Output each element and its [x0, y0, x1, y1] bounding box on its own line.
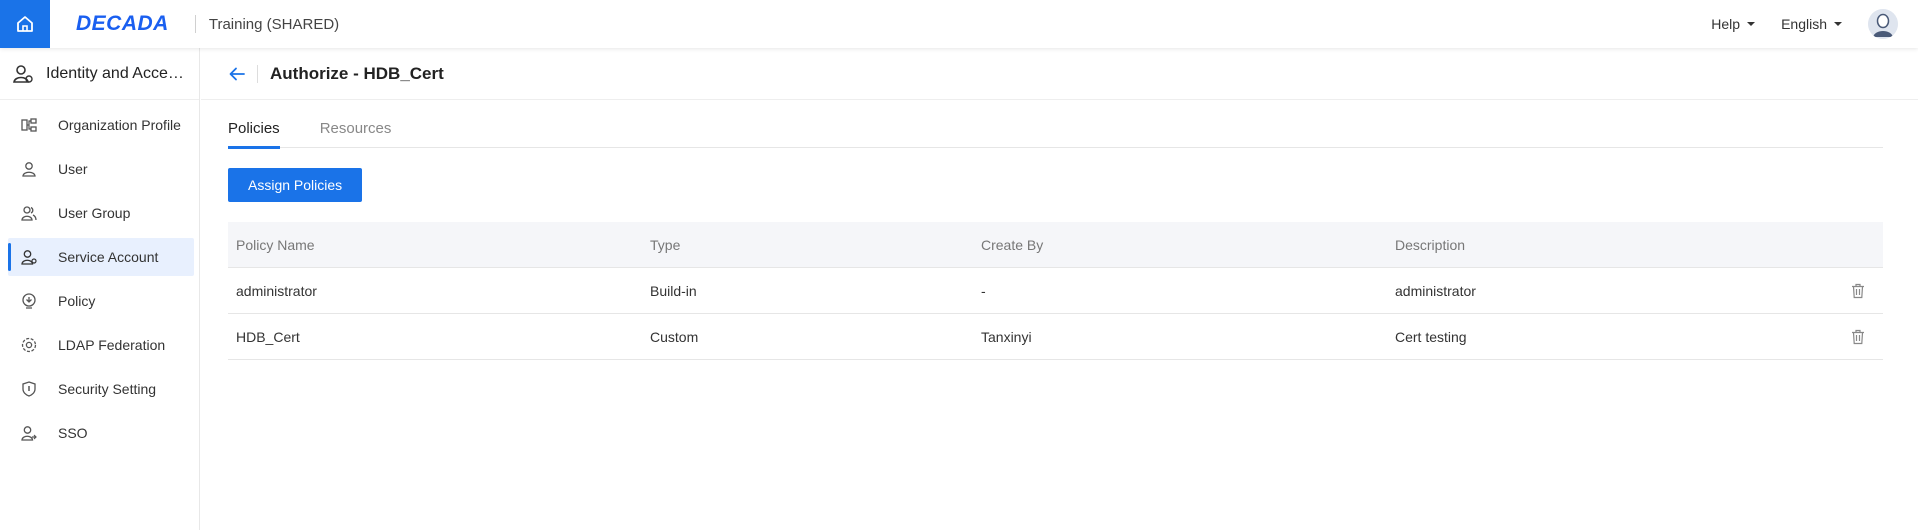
table-row: HDB_Cert Custom Tanxinyi Cert testing	[228, 314, 1883, 360]
table-header: Policy Name Type Create By Description	[228, 222, 1883, 268]
sidebar-item-security-setting[interactable]: Security Setting	[8, 370, 194, 408]
trash-icon	[1852, 283, 1864, 298]
tab-policies[interactable]: Policies	[228, 110, 280, 149]
sidebar-item-label: Security Setting	[58, 381, 157, 397]
trash-icon	[1852, 329, 1864, 344]
description-cell: administrator	[1395, 282, 1476, 299]
column-header-description[interactable]: Description	[1387, 237, 1833, 253]
main-content: Authorize - HDB_Cert Policies Resources …	[201, 48, 1918, 530]
home-button[interactable]	[0, 0, 50, 48]
language-label: English	[1781, 16, 1827, 32]
service-account-icon	[20, 248, 38, 266]
chevron-down-icon	[1747, 22, 1756, 26]
language-menu[interactable]: English	[1781, 16, 1842, 32]
shield-icon	[20, 380, 38, 398]
arrow-left-icon	[229, 67, 245, 80]
ldap-icon	[20, 336, 38, 354]
org-chart-icon	[20, 116, 38, 134]
tab-bar: Policies Resources	[228, 110, 1883, 149]
create-by-cell: -	[981, 282, 986, 299]
type-cell: Custom	[650, 328, 699, 345]
column-header-type[interactable]: Type	[642, 237, 973, 253]
help-label: Help	[1711, 16, 1741, 32]
column-header-create-by[interactable]: Create By	[973, 237, 1387, 253]
sidebar-item-label: Policy	[58, 293, 96, 309]
sidebar-title: Identity and Access Management	[46, 64, 186, 82]
help-menu[interactable]: Help	[1711, 16, 1756, 32]
sidebar: Identity and Access Management Organizat…	[0, 48, 200, 530]
sidebar-item-user[interactable]: User	[8, 150, 194, 188]
back-button[interactable]	[227, 64, 247, 84]
sidebar-header: Identity and Access Management	[0, 48, 199, 100]
delete-button[interactable]	[1849, 282, 1867, 300]
sidebar-item-organization-profile[interactable]: Organization Profile	[8, 106, 194, 144]
home-icon	[17, 16, 33, 32]
actions-cell	[1833, 282, 1883, 300]
sidebar-item-user-group[interactable]: User Group	[8, 194, 194, 232]
sidebar-item-label: Service Account	[58, 249, 159, 265]
table-row: administrator Build-in - administrator	[228, 268, 1883, 314]
divider	[257, 64, 258, 83]
sidebar-item-service-account[interactable]: Service Account	[8, 238, 194, 276]
sidebar-item-sso[interactable]: SSO	[8, 414, 194, 452]
sidebar-item-label: LDAP Federation	[58, 337, 166, 353]
sidebar-item-label: User Group	[58, 205, 131, 221]
user-icon	[20, 160, 38, 178]
sidebar-item-label: Organization Profile	[58, 117, 181, 133]
create-by-cell: Tanxinyi	[981, 328, 1032, 345]
sso-icon	[20, 424, 38, 442]
policy-name-cell: HDB_Cert	[236, 328, 300, 345]
chevron-down-icon	[1834, 22, 1842, 26]
divider	[194, 15, 196, 33]
column-header-policy-name[interactable]: Policy Name	[228, 237, 642, 253]
page-header: Authorize - HDB_Cert	[201, 48, 1918, 100]
sidebar-item-ldap-federation[interactable]: LDAP Federation	[8, 326, 194, 364]
policy-name-cell: administrator	[236, 282, 317, 299]
description-cell: Cert testing	[1395, 328, 1467, 345]
top-bar: DECADA Training (SHARED) Help English	[0, 0, 1918, 48]
sidebar-item-policy[interactable]: Policy	[8, 282, 194, 320]
assign-policies-button[interactable]: Assign Policies	[228, 168, 363, 202]
user-avatar-icon	[1868, 9, 1898, 39]
sidebar-item-label: User	[58, 161, 88, 177]
avatar[interactable]	[1868, 9, 1898, 39]
type-cell: Build-in	[650, 282, 697, 299]
actions-cell	[1833, 328, 1883, 346]
project-name[interactable]: Training (SHARED)	[209, 16, 339, 33]
decada-logo[interactable]: DECADA	[76, 12, 169, 36]
policies-table: Policy Name Type Create By Description a…	[228, 222, 1883, 360]
user-group-icon	[20, 204, 38, 222]
tab-resources[interactable]: Resources	[320, 110, 392, 148]
page-title: Authorize - HDB_Cert	[270, 63, 444, 83]
iam-user-icon	[13, 64, 33, 83]
policy-icon	[20, 292, 38, 310]
delete-button[interactable]	[1849, 328, 1867, 346]
sidebar-item-label: SSO	[58, 425, 88, 441]
